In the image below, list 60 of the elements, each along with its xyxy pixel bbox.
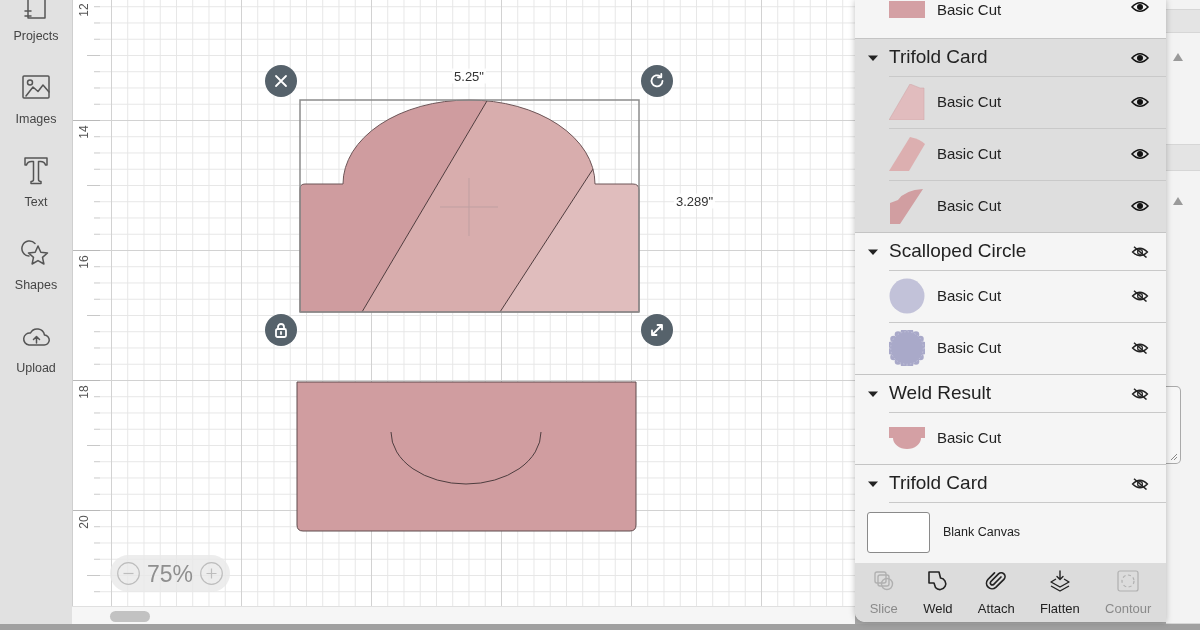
- rotate-button[interactable]: [641, 65, 673, 97]
- minus-icon: [117, 562, 140, 585]
- sidebar-item[interactable]: Projects: [0, 0, 72, 43]
- layer-row[interactable]: Basic Cut: [855, 76, 1166, 128]
- sidebar-item[interactable]: Upload: [0, 321, 72, 375]
- ruler-label: 14: [77, 125, 90, 139]
- paperclip-icon[interactable]: [984, 569, 1009, 593]
- close-button[interactable]: [265, 65, 297, 97]
- caret-up-icon[interactable]: [1173, 53, 1183, 61]
- dimension-label: 3.289": [674, 193, 716, 209]
- image-icon: [21, 72, 51, 102]
- shapes-icon: [21, 238, 51, 268]
- toolbar-button[interactable]: Weld: [923, 569, 953, 616]
- rectangle-thumbnail: [889, 1, 925, 18]
- sidebar-item[interactable]: Images: [0, 72, 72, 126]
- ruler-label: 16: [77, 255, 90, 269]
- toolbar-button[interactable]: Flatten: [1040, 569, 1080, 616]
- shape-thumbnail: [889, 136, 925, 172]
- eye-icon[interactable]: [1131, 200, 1149, 212]
- resize-button[interactable]: [641, 314, 673, 346]
- sidebar-item[interactable]: Text: [0, 155, 72, 209]
- eye-slash-icon[interactable]: [1131, 387, 1149, 400]
- ruler-label: 18: [77, 385, 90, 399]
- toolbar-button[interactable]: Attach: [977, 569, 1015, 616]
- eye-icon[interactable]: [1131, 96, 1149, 108]
- blank-canvas-thumbnail: [867, 512, 930, 553]
- zoom-level: 75%: [146, 560, 193, 587]
- plus-icon: [200, 562, 223, 585]
- text-field[interactable]: [1166, 386, 1181, 464]
- lock-button[interactable]: [265, 314, 297, 346]
- layers-arrow-icon[interactable]: [1047, 569, 1072, 593]
- lock-icon: [273, 322, 289, 338]
- letter-t-icon: [21, 155, 51, 185]
- layer-group-header[interactable]: Trifold Card: [855, 38, 1166, 76]
- layer-row[interactable]: Basic Cut: [855, 128, 1166, 180]
- close-icon: [273, 73, 289, 89]
- layer-row[interactable]: Basic Cut: [855, 180, 1166, 232]
- eye-icon[interactable]: [1131, 51, 1149, 64]
- ruler-label: 12: [77, 3, 90, 17]
- circle-thumbnail: [889, 278, 925, 314]
- crosshair-icon: [439, 177, 499, 237]
- eye-slash-icon[interactable]: [1131, 477, 1149, 490]
- ruler-label: 20: [77, 515, 90, 529]
- merged-shape-icon[interactable]: [925, 569, 950, 593]
- scalloped-circle-thumbnail: [889, 330, 925, 366]
- shape-thumbnail: [889, 188, 925, 224]
- eye-slash-icon[interactable]: [1131, 245, 1149, 258]
- caret-up-icon[interactable]: [1173, 197, 1183, 205]
- shape-thumbnail: [889, 84, 925, 120]
- resize-grip-icon[interactable]: [1170, 453, 1178, 461]
- sidebar-item[interactable]: Shapes: [0, 238, 72, 292]
- eye-icon[interactable]: [1131, 148, 1149, 160]
- eye-slash-icon[interactable]: [1131, 342, 1149, 354]
- eye-icon[interactable]: [1131, 1, 1149, 13]
- dimension-label: 5.25": [452, 68, 486, 84]
- rotate-icon: [649, 73, 665, 89]
- layer-row[interactable]: Basic Cut: [855, 0, 1166, 38]
- resize-icon: [649, 322, 665, 338]
- eye-slash-icon[interactable]: [1131, 290, 1149, 302]
- scrollbar-thumb[interactable]: [110, 611, 150, 622]
